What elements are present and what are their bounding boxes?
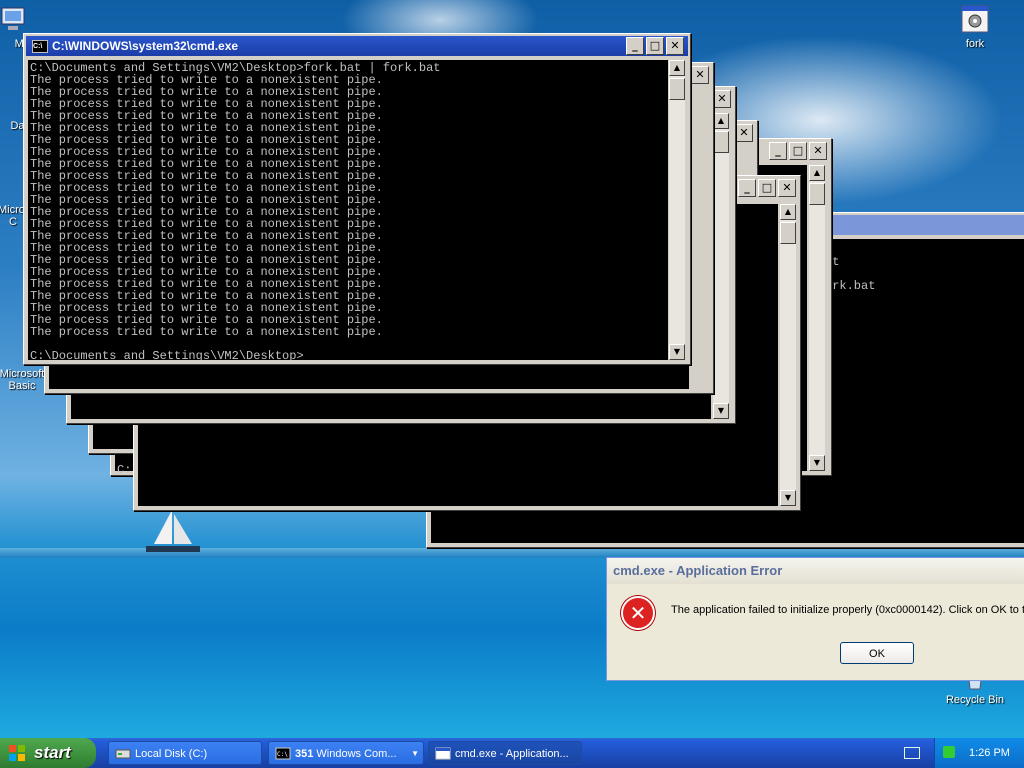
vertical-scrollbar[interactable]: ▲ ▼ (809, 165, 825, 471)
dialog-message: The application failed to initialize pro… (671, 604, 1024, 616)
close-button[interactable]: ✕ (735, 124, 753, 142)
application-error-dialog[interactable]: cmd.exe - Application Error ✕ The applic… (606, 557, 1024, 681)
vertical-scrollbar[interactable]: ▲ ▼ (713, 113, 729, 419)
system-tray: 1:26 PM (934, 738, 1024, 768)
window-controls: _ □ ✕ (769, 142, 827, 160)
task-count: 351 (295, 748, 314, 760)
window-icon (435, 747, 451, 760)
start-label: start (34, 743, 71, 762)
ok-button[interactable]: OK (840, 642, 914, 664)
desktop-icon-microsoft-basic[interactable]: Microsoft Basic (0, 368, 48, 392)
cmd-window-main[interactable]: C:\ C:\WINDOWS\system32\cmd.exe _ □ ✕ C:… (23, 33, 691, 365)
taskbar: start Local Disk (C:) C:\ 351 Windows Co… (0, 738, 1024, 768)
task-label: cmd.exe - Application... (455, 748, 569, 760)
drive-icon (115, 749, 131, 759)
scroll-thumb[interactable] (713, 131, 729, 153)
task-local-disk[interactable]: Local Disk (C:) (108, 741, 262, 765)
scroll-up-icon[interactable]: ▲ (669, 60, 685, 76)
scroll-down-icon[interactable]: ▼ (669, 344, 685, 360)
clock[interactable]: 1:26 PM (969, 738, 1010, 768)
network-icon[interactable] (943, 746, 955, 758)
scroll-up-icon[interactable]: ▲ (780, 204, 796, 220)
scroll-down-icon[interactable]: ▼ (809, 455, 825, 471)
close-button[interactable]: ✕ (691, 66, 709, 84)
task-label: Local Disk (C:) (135, 748, 208, 760)
desktop-icon-fork[interactable]: fork (940, 4, 1010, 50)
chevron-down-icon[interactable]: ▼ (411, 742, 419, 764)
close-button[interactable]: ✕ (666, 37, 684, 55)
console-fragment: ork.bat (825, 279, 876, 293)
console-line: C:\Documents and Settings\VM2\Desktop> (30, 349, 304, 360)
desktop-icon-label: Recycle Bin (945, 694, 1005, 706)
scroll-up-icon[interactable]: ▲ (713, 113, 729, 129)
task-label: Windows Com... (316, 748, 397, 760)
task-cmd-application-error[interactable]: cmd.exe - Application... (428, 741, 582, 765)
svg-text:C:\: C:\ (277, 751, 288, 758)
window-titlebar[interactable]: C:\ C:\WINDOWS\system32\cmd.exe _ □ ✕ (26, 36, 688, 56)
my-computer-icon (0, 4, 28, 34)
scroll-down-icon[interactable]: ▼ (780, 490, 796, 506)
sailboat-image (140, 508, 204, 556)
scroll-thumb[interactable] (669, 78, 685, 100)
close-button[interactable]: ✕ (809, 142, 827, 160)
minimize-button[interactable]: _ (738, 179, 756, 197)
console-fragment: C: (117, 463, 132, 477)
maximize-button[interactable]: □ (646, 37, 664, 55)
window-controls: _ □ ✕ (738, 179, 796, 197)
minimize-button[interactable]: _ (626, 37, 644, 55)
cmd-icon: C:\ (275, 747, 291, 760)
close-button[interactable]: ✕ (713, 90, 731, 108)
scroll-thumb[interactable] (780, 222, 796, 244)
windows-logo-icon (9, 745, 25, 761)
close-button[interactable]: ✕ (778, 179, 796, 197)
start-button[interactable]: start (0, 738, 96, 768)
scroll-up-icon[interactable]: ▲ (809, 165, 825, 181)
console-line: The process tried to write to a nonexist… (30, 325, 383, 339)
window-controls: _ □ ✕ (626, 37, 684, 55)
task-windows-command[interactable]: C:\ 351 Windows Com... ▼ (268, 741, 424, 765)
maximize-button[interactable]: □ (789, 142, 807, 160)
vertical-scrollbar[interactable]: ▲ ▼ (780, 204, 796, 506)
error-icon: ✕ (621, 596, 655, 630)
window-controls: ✕ (691, 66, 709, 84)
window-title: C:\WINDOWS\system32\cmd.exe (52, 39, 239, 53)
dialog-title[interactable]: cmd.exe - Application Error (607, 558, 1024, 584)
scroll-down-icon[interactable]: ▼ (713, 403, 729, 419)
desktop-icon-label: fork (965, 38, 985, 50)
vertical-scrollbar[interactable]: ▲ ▼ (669, 60, 685, 360)
cmd-icon: C:\ (32, 40, 48, 53)
minimize-button[interactable]: _ (769, 142, 787, 160)
batch-file-icon (960, 4, 990, 34)
desktop-icon-label: Microsoft Basic (0, 368, 45, 392)
maximize-button[interactable]: □ (758, 179, 776, 197)
console-output[interactable]: C:\Documents and Settings\VM2\Desktop>fo… (28, 60, 668, 360)
scroll-thumb[interactable] (809, 183, 825, 205)
keyboard-icon[interactable] (904, 747, 920, 759)
